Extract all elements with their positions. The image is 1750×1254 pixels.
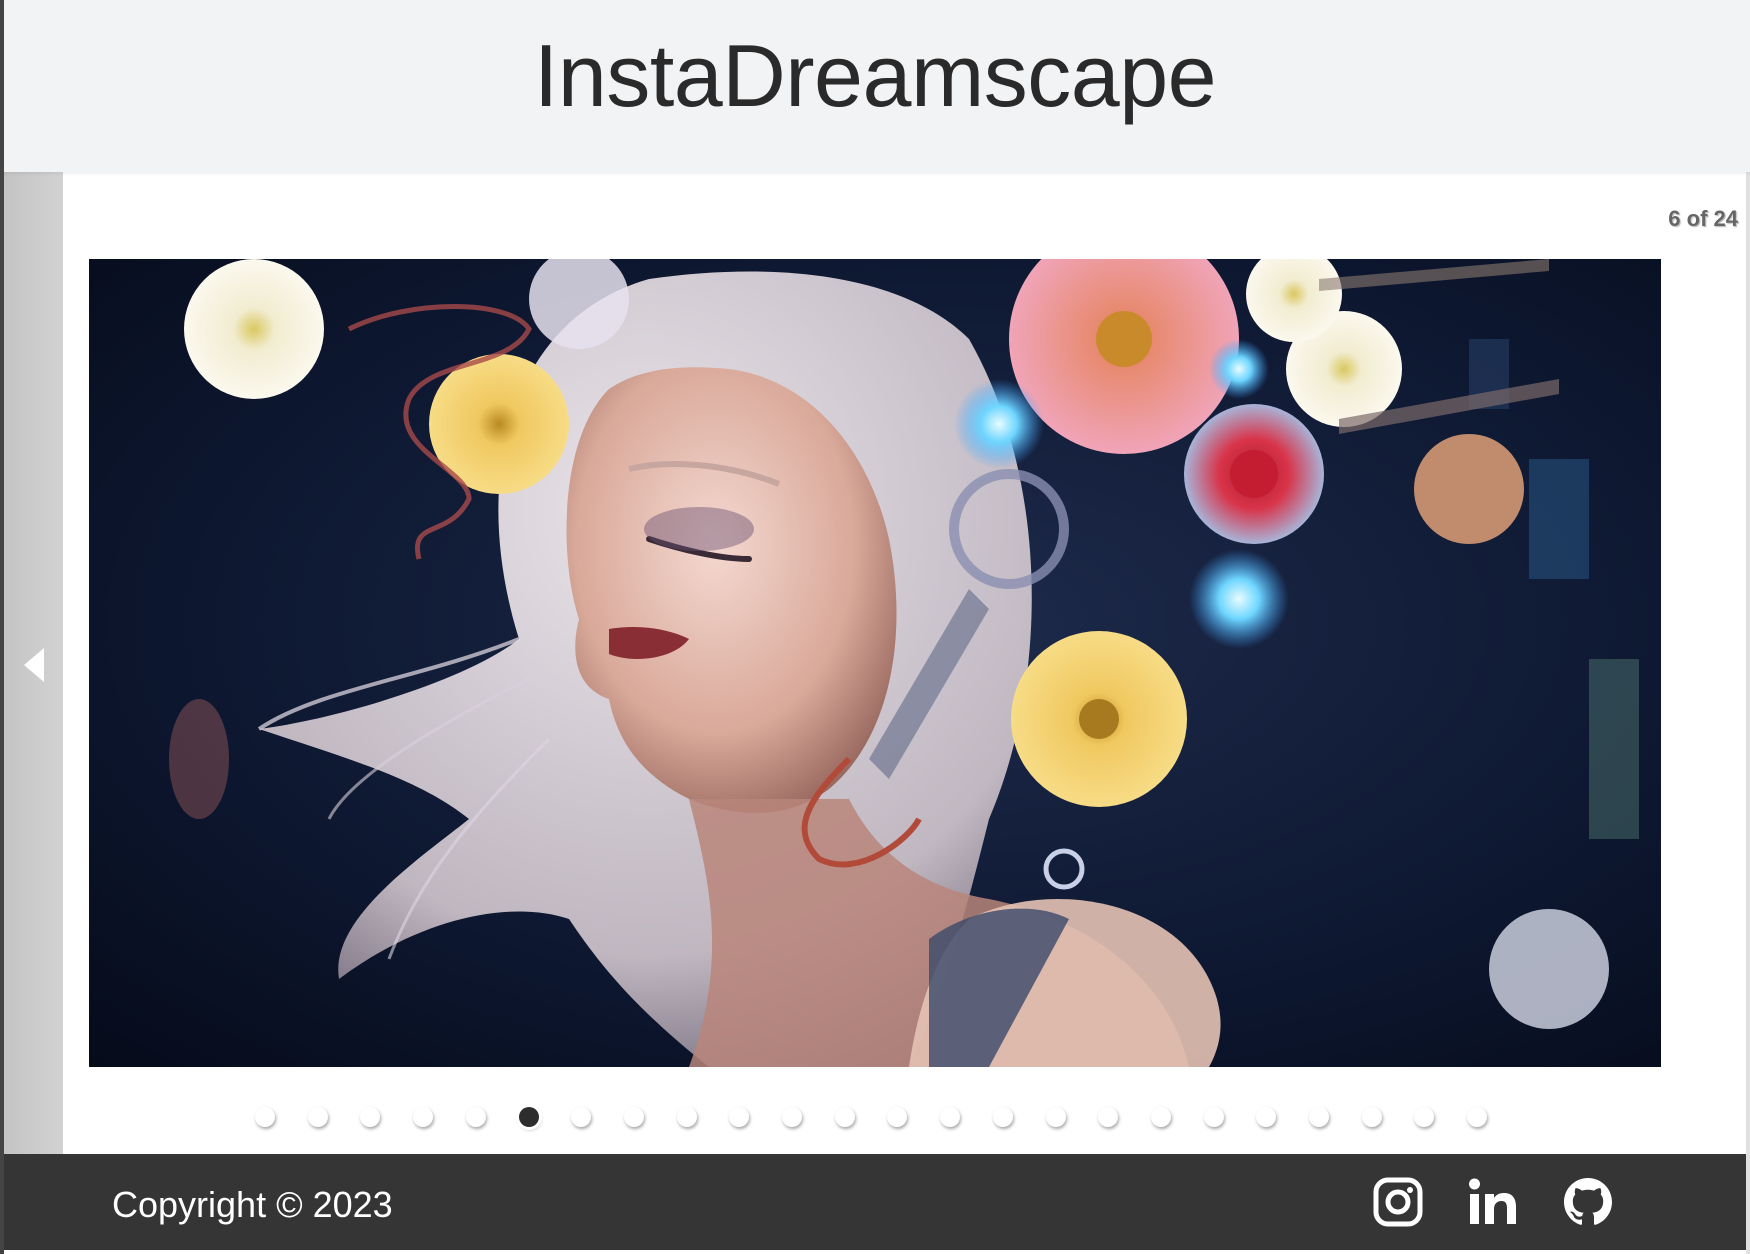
- carousel-indicator[interactable]: [1309, 1107, 1329, 1127]
- carousel-indicator[interactable]: [413, 1107, 433, 1127]
- caret-left-icon: [24, 648, 44, 682]
- site-title: InstaDreamscape: [533, 26, 1217, 125]
- carousel-indicator[interactable]: [993, 1107, 1013, 1127]
- carousel-indicators: [255, 1107, 1505, 1129]
- carousel-indicator[interactable]: [1204, 1107, 1224, 1127]
- site-footer: Copyright © 2023: [4, 1154, 1746, 1250]
- carousel-prev-button[interactable]: [4, 172, 63, 1154]
- carousel-indicator[interactable]: [940, 1107, 960, 1127]
- carousel-indicator[interactable]: [1046, 1107, 1066, 1127]
- linkedin-icon[interactable]: [1467, 1176, 1519, 1228]
- carousel-indicator-active[interactable]: [519, 1107, 539, 1127]
- carousel-indicator[interactable]: [835, 1107, 855, 1127]
- window-right-edge: [1746, 0, 1750, 1254]
- slide-artwork: [89, 259, 1661, 1067]
- carousel-indicator[interactable]: [887, 1107, 907, 1127]
- carousel-indicator[interactable]: [1467, 1107, 1487, 1127]
- carousel-slide-image[interactable]: [89, 259, 1661, 1067]
- carousel-indicator[interactable]: [255, 1107, 275, 1127]
- carousel-indicator[interactable]: [1414, 1107, 1434, 1127]
- carousel-indicator[interactable]: [308, 1107, 328, 1127]
- slide-counter: 6 of 24: [1668, 206, 1738, 231]
- github-icon[interactable]: [1562, 1176, 1614, 1228]
- carousel-indicator[interactable]: [1098, 1107, 1118, 1127]
- carousel-indicator[interactable]: [782, 1107, 802, 1127]
- carousel-indicator[interactable]: [624, 1107, 644, 1127]
- carousel-indicator[interactable]: [360, 1107, 380, 1127]
- copyright-text: Copyright © 2023: [112, 1184, 393, 1225]
- carousel-indicator[interactable]: [1151, 1107, 1171, 1127]
- carousel-indicator[interactable]: [1256, 1107, 1276, 1127]
- site-header: InstaDreamscape: [0, 0, 1750, 172]
- carousel-indicator[interactable]: [466, 1107, 486, 1127]
- carousel-indicator[interactable]: [571, 1107, 591, 1127]
- carousel-indicator[interactable]: [1362, 1107, 1382, 1127]
- instagram-icon[interactable]: [1372, 1176, 1424, 1228]
- window-left-edge: [0, 0, 4, 1254]
- carousel-indicator[interactable]: [729, 1107, 749, 1127]
- carousel-indicator[interactable]: [677, 1107, 697, 1127]
